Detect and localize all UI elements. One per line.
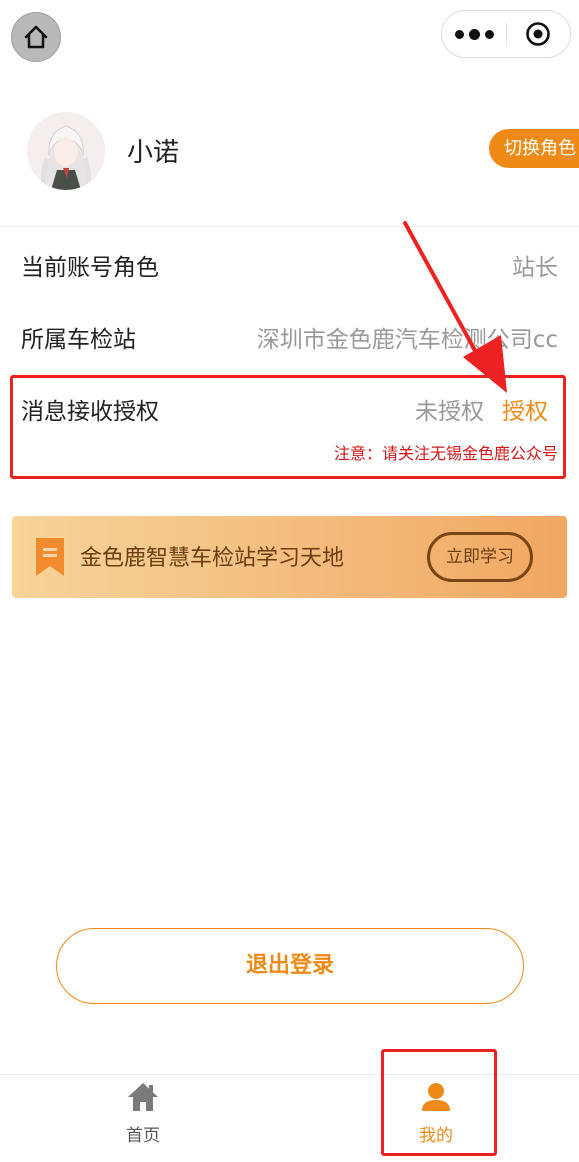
tab-home[interactable]: 首页 (83, 1081, 203, 1146)
logout-button[interactable]: 退出登录 (56, 928, 524, 1004)
mini-program-capsule (441, 10, 571, 58)
bookmark-icon (36, 538, 64, 576)
study-banner[interactable]: 金色鹿智慧车检站学习天地 立即学习 (12, 516, 567, 598)
banner-title: 金色鹿智慧车检站学习天地 (80, 546, 345, 571)
switch-role-button[interactable]: 切换角色 (489, 129, 579, 168)
tab-home-label: 首页 (126, 1126, 160, 1146)
annotation-arrow-icon (403, 221, 507, 393)
highlight-box-mine (381, 1049, 497, 1156)
station-label: 所属车检站 (21, 327, 136, 353)
home-icon (128, 1083, 158, 1111)
avatar (27, 112, 105, 190)
more-dots-icon[interactable] (442, 11, 506, 57)
study-now-button[interactable]: 立即学习 (427, 532, 533, 582)
target-circle-icon[interactable] (507, 11, 570, 57)
home-icon (24, 25, 48, 49)
username: 小诺 (127, 138, 180, 168)
home-button[interactable] (11, 12, 61, 62)
role-label: 当前账号角色 (21, 255, 159, 281)
